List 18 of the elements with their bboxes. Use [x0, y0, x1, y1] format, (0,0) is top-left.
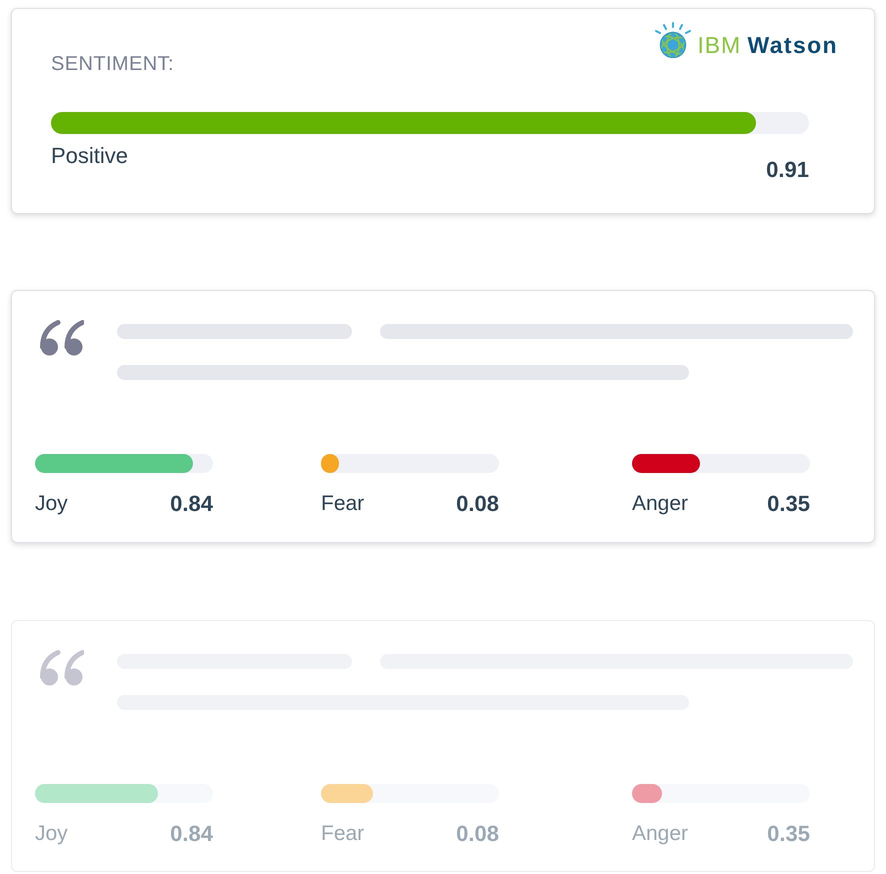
emotion-label: Joy — [35, 821, 68, 847]
section-label: SENTIMENT: — [51, 52, 174, 76]
emotion-score: 0.84 — [170, 490, 213, 518]
emotion-score: 0.08 — [456, 490, 499, 518]
emotion-label: Fear — [321, 821, 364, 847]
quote-icon — [40, 650, 84, 686]
logo-wordmark: IBM Watson — [697, 33, 838, 57]
emotion-score: 0.35 — [767, 490, 810, 518]
emotion-score: 0.08 — [456, 820, 499, 848]
emotion-label: Anger — [632, 491, 688, 517]
emotion-score: 0.84 — [170, 820, 213, 848]
emotion-label: Fear — [321, 491, 364, 517]
sentiment-label: Positive — [51, 142, 128, 170]
emotion-score: 0.35 — [767, 820, 810, 848]
quote-icon — [40, 320, 84, 356]
emotion-label: Joy — [35, 491, 68, 517]
score-value: 0.91 — [766, 156, 809, 184]
emotion-label: Anger — [632, 821, 688, 847]
